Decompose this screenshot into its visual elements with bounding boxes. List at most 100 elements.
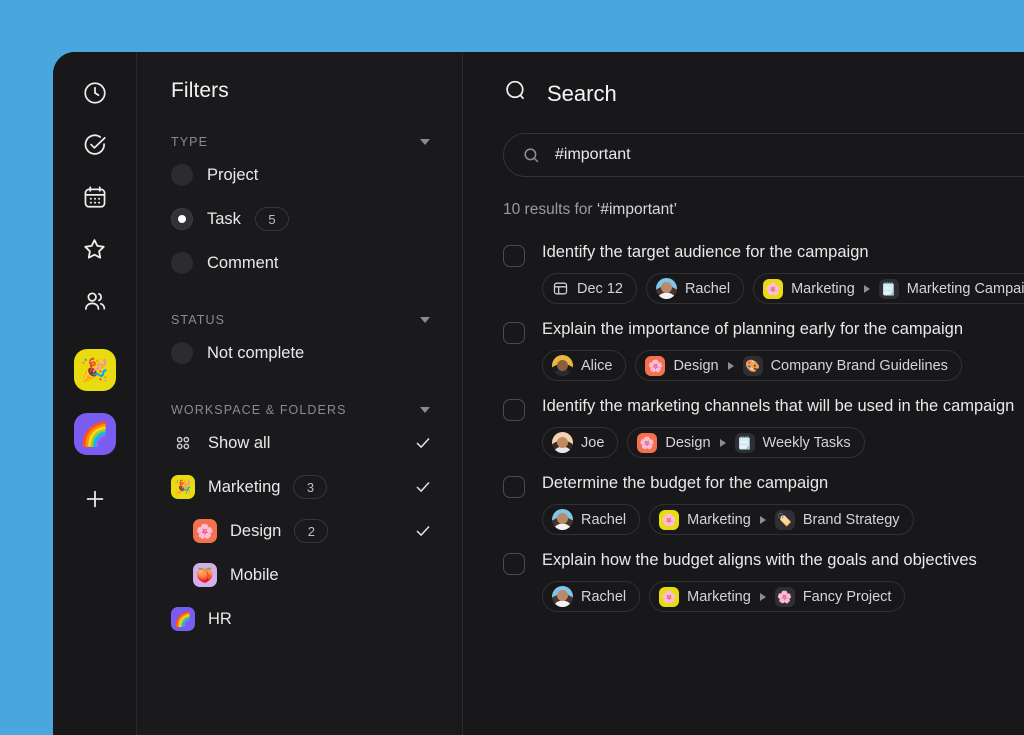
people-icon[interactable] (73, 279, 117, 323)
location-chip[interactable]: 🌸 Design 🎨 Company Brand Guidelines (635, 350, 961, 381)
location-chip[interactable]: 🌸 Design 🗒️ Weekly Tasks (627, 427, 864, 458)
result-item: Explain how the budget aligns with the g… (503, 549, 1024, 612)
folder-label: Design (673, 358, 718, 374)
search-header: Search (503, 52, 1024, 109)
project-icon: 🗒️ (735, 433, 755, 453)
workspace-row-marketing[interactable]: 🎉 Marketing 3 (159, 469, 440, 505)
radio-task[interactable] (171, 208, 193, 230)
folder-icon: 🌸 (637, 433, 657, 453)
result-item: Determine the budget for the campaign Ra… (503, 472, 1024, 535)
location-chip[interactable]: 🌸 Marketing 🗒️ Marketing Campaign (753, 273, 1024, 304)
rail-workspace-marketing[interactable]: 🎉 (74, 349, 116, 391)
filters-panel: Filters Type Project Task 5 (137, 52, 463, 735)
chevron-down-icon[interactable] (420, 139, 430, 145)
folder-icon: 🌸 (659, 510, 679, 530)
folder-emoji: 🌸 (662, 514, 677, 526)
filter-option-not-complete[interactable]: Not complete (159, 335, 440, 371)
filter-option-project-label: Project (207, 166, 258, 185)
project-icon: 🌸 (775, 587, 795, 607)
avatar (552, 509, 573, 530)
search-input-value: #important (555, 146, 631, 164)
workspace-row-design[interactable]: 🌸 Design 2 (159, 513, 440, 549)
add-workspace-button[interactable] (73, 477, 117, 521)
result-checkbox[interactable] (503, 399, 525, 421)
assignee-chip[interactable]: Rachel (542, 581, 640, 612)
chevron-right-icon (760, 516, 766, 524)
result-checkbox[interactable] (503, 553, 525, 575)
radio-project[interactable] (171, 164, 193, 186)
assignee-chip[interactable]: Joe (542, 427, 618, 458)
workspace-row-marketing-count: 3 (293, 475, 327, 499)
avatar (552, 586, 573, 607)
folder-icon: 🌸 (659, 587, 679, 607)
project-emoji: 🌸 (777, 591, 792, 603)
project-emoji: 🗒️ (737, 437, 752, 449)
result-chips: Alice 🌸 Design 🎨 (542, 350, 963, 381)
workspace-row-hr[interactable]: 🌈 HR (159, 601, 440, 637)
due-date-chip[interactable]: Dec 12 (542, 273, 637, 304)
rail-workspace-hr-emoji: 🌈 (80, 423, 109, 446)
result-title[interactable]: Explain the importance of planning early… (542, 318, 963, 340)
marketing-folder-icon: 🎉 (171, 475, 195, 499)
result-body: Explain how the budget aligns with the g… (542, 549, 977, 612)
clock-icon[interactable] (73, 71, 117, 115)
assignee-chip[interactable]: Alice (542, 350, 626, 381)
workspace-row-show-all[interactable]: Show all (159, 425, 440, 461)
result-checkbox[interactable] (503, 476, 525, 498)
folder-label: Design (665, 435, 710, 451)
result-chips: Dec 12 Rachel 🌸 Marketing (542, 273, 1024, 304)
result-title[interactable]: Identify the target audience for the cam… (542, 241, 1024, 263)
project-icon: 🗒️ (879, 279, 899, 299)
result-title[interactable]: Identify the marketing channels that wil… (542, 395, 1014, 417)
radio-comment[interactable] (171, 252, 193, 274)
location-chip[interactable]: 🌸 Marketing 🏷️ Brand Strategy (649, 504, 913, 535)
result-list: Identify the target audience for the cam… (503, 241, 1024, 612)
result-item: Explain the importance of planning early… (503, 318, 1024, 381)
project-label: Company Brand Guidelines (771, 358, 948, 374)
chevron-right-icon (720, 439, 726, 447)
check-circle-icon[interactable] (73, 123, 117, 167)
filter-section-workspace-header[interactable]: Workspace & folders (159, 403, 440, 417)
filter-section-status-header[interactable]: Status (159, 313, 440, 327)
chevron-down-icon[interactable] (420, 407, 430, 413)
result-title[interactable]: Determine the budget for the campaign (542, 472, 914, 494)
folder-label: Marketing (687, 512, 751, 528)
star-icon[interactable] (73, 227, 117, 271)
calendar-icon (552, 280, 569, 297)
folder-emoji: 🌸 (766, 283, 781, 295)
avatar (552, 355, 573, 376)
calendar-icon[interactable] (73, 175, 117, 219)
workspace-row-mobile[interactable]: 🍑 Mobile (159, 557, 440, 593)
filter-option-not-complete-label: Not complete (207, 344, 304, 363)
marketing-folder-emoji: 🎉 (174, 480, 191, 494)
filter-option-task-label: Task (207, 210, 241, 229)
result-checkbox[interactable] (503, 245, 525, 267)
workspace-row-design-count: 2 (294, 519, 328, 543)
chevron-right-icon (864, 285, 870, 293)
check-icon (414, 478, 432, 496)
assignee-chip[interactable]: Rachel (646, 273, 744, 304)
page-title: Search (547, 81, 617, 107)
project-emoji: 🏷️ (777, 514, 792, 526)
filter-option-comment[interactable]: Comment (159, 245, 440, 281)
result-checkbox[interactable] (503, 322, 525, 344)
rail-workspace-hr[interactable]: 🌈 (74, 413, 116, 455)
assignee-label: Joe (581, 435, 604, 451)
result-title[interactable]: Explain how the budget aligns with the g… (542, 549, 977, 571)
chevron-right-icon (760, 593, 766, 601)
chevron-down-icon[interactable] (420, 317, 430, 323)
check-icon (414, 434, 432, 452)
filter-section-type-label: Type (171, 135, 208, 149)
filters-title: Filters (159, 52, 440, 103)
result-chips: Rachel 🌸 Marketing 🏷️ (542, 504, 914, 535)
filter-option-task[interactable]: Task 5 (159, 201, 440, 237)
search-input[interactable]: #important (503, 133, 1024, 177)
filter-option-project[interactable]: Project (159, 157, 440, 193)
filter-section-type-header[interactable]: Type (159, 135, 440, 149)
radio-not-complete[interactable] (171, 342, 193, 364)
result-body: Determine the budget for the campaign Ra… (542, 472, 914, 535)
mobile-folder-emoji: 🍑 (196, 568, 213, 582)
assignee-chip[interactable]: Rachel (542, 504, 640, 535)
location-chip[interactable]: 🌸 Marketing 🌸 Fancy Project (649, 581, 905, 612)
result-body: Explain the importance of planning early… (542, 318, 963, 381)
